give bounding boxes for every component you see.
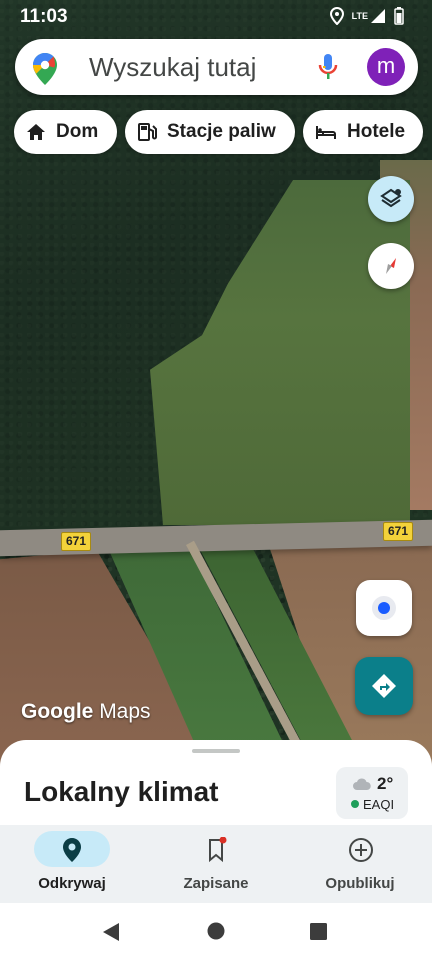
explore-pin-icon (63, 838, 81, 862)
air-quality-label: EAQI (363, 797, 395, 812)
air-quality-dot (351, 800, 359, 808)
weather-temperature: 2° (377, 774, 394, 793)
home-icon (27, 124, 45, 140)
location-icon (329, 7, 344, 25)
chip-label: Stacje paliw (167, 121, 276, 142)
nav-contribute[interactable]: Opublikuj (288, 825, 432, 903)
chip-label: Dom (56, 121, 99, 142)
my-location-icon (372, 596, 396, 620)
nav-label: Odkrywaj (38, 875, 106, 892)
bottom-sheet[interactable]: Lokalny klimat 2° EAQI (0, 740, 432, 830)
nav-saved[interactable]: Zapisane (144, 825, 288, 903)
search-placeholder[interactable]: Wyszukaj tutaj (89, 52, 256, 83)
nav-label: Zapisane (183, 875, 249, 892)
my-location-button[interactable] (356, 580, 412, 636)
layers-button[interactable] (368, 176, 414, 222)
road-number-label: 671 (383, 522, 414, 541)
sheet-title: Lokalny klimat (24, 776, 219, 807)
home-button-icon[interactable] (207, 922, 225, 940)
weather-card[interactable]: 2° EAQI (336, 767, 408, 819)
status-time: 11:03 (20, 6, 68, 27)
chip-hotels[interactable]: Hotele (303, 110, 423, 154)
battery-icon (394, 7, 404, 25)
google-maps-logo-icon (33, 53, 57, 85)
back-icon[interactable] (102, 922, 120, 942)
layers-icon (380, 188, 402, 208)
account-avatar[interactable]: m (367, 48, 405, 86)
system-navigation-bar (0, 903, 432, 960)
signal-icon (371, 9, 385, 23)
status-bar: 11:03 LTE (0, 0, 432, 34)
compass-icon (386, 258, 396, 274)
bookmark-icon (209, 837, 227, 863)
bottom-navigation: Odkrywaj Zapisane Opublikuj (0, 825, 432, 903)
status-icons: LTE (329, 7, 404, 25)
google-maps-watermark: Google Maps (21, 700, 151, 723)
add-circle-icon (349, 838, 373, 862)
search-bar[interactable]: Wyszukaj tutaj m (15, 39, 418, 95)
mic-icon[interactable] (318, 53, 338, 81)
recents-icon[interactable] (310, 923, 327, 940)
directions-icon (372, 674, 396, 698)
nav-explore[interactable]: Odkrywaj (0, 825, 144, 903)
chip-label: Hotele (347, 121, 406, 142)
nav-label: Opublikuj (325, 875, 395, 892)
chip-gas-stations[interactable]: Stacje paliw (125, 110, 295, 154)
sheet-drag-handle[interactable] (192, 749, 240, 753)
chip-home[interactable]: Dom (14, 110, 117, 154)
compass-button[interactable] (368, 243, 414, 289)
directions-button[interactable] (355, 657, 413, 715)
road-number-label: 671 (61, 532, 92, 551)
cloud-icon (353, 778, 371, 790)
bed-icon (316, 126, 336, 139)
gas-station-icon (138, 123, 157, 141)
network-type: LTE (351, 11, 368, 21)
